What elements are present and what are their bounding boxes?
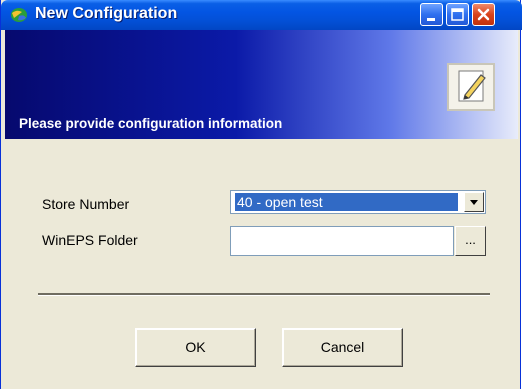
dropdown-button[interactable]	[464, 192, 484, 212]
dialog-window: New Configuration Please provide configu…	[0, 0, 522, 389]
cancel-button[interactable]: Cancel	[282, 328, 403, 367]
minimize-button[interactable]	[420, 3, 443, 26]
browse-button[interactable]: ...	[455, 226, 486, 256]
maximize-button[interactable]	[446, 3, 469, 26]
edit-pencil-icon	[447, 63, 495, 111]
window-title: New Configuration	[35, 5, 178, 22]
close-icon	[477, 8, 490, 21]
minimize-icon	[427, 18, 435, 21]
app-globe-icon	[9, 6, 29, 24]
ok-button[interactable]: OK	[135, 328, 256, 367]
banner-text: Please provide configuration information	[19, 116, 283, 131]
close-button[interactable]	[472, 3, 495, 26]
store-number-value: 40 - open test	[234, 192, 459, 212]
wineps-folder-input[interactable]	[230, 226, 454, 256]
store-number-label: Store Number	[42, 196, 130, 212]
store-number-select[interactable]: 40 - open test	[230, 190, 486, 214]
title-bar[interactable]: New Configuration	[1, 0, 522, 30]
wineps-folder-label: WinEPS Folder	[42, 232, 138, 248]
separator	[38, 293, 490, 296]
maximize-icon	[451, 8, 464, 21]
chevron-down-icon	[470, 200, 478, 205]
